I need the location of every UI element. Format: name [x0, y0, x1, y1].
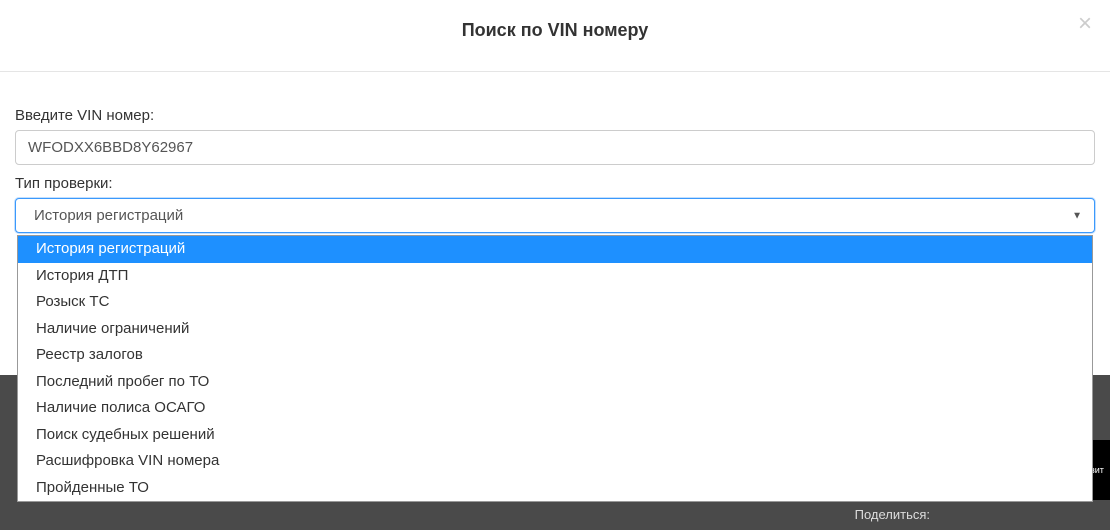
dropdown-option[interactable]: Реестр залогов — [18, 342, 1092, 369]
dropdown-option[interactable]: Наличие ограничений — [18, 316, 1092, 343]
dropdown-option[interactable]: Поиск судебных решений — [18, 422, 1092, 449]
dropdown-option[interactable]: Наличие полиса ОСАГО — [18, 395, 1092, 422]
vin-label: Введите VIN номер: — [15, 107, 1095, 124]
selected-value: История регистраций — [34, 207, 183, 224]
dropdown-option[interactable]: Пройденные ТО — [18, 475, 1092, 502]
close-button[interactable]: × — [1078, 12, 1092, 36]
modal-header: Поиск по VIN номеру × — [0, 0, 1110, 72]
dropdown-option[interactable]: Розыск ТС — [18, 289, 1092, 316]
footer-share-text: Поделиться: — [855, 507, 930, 522]
check-type-label: Тип проверки: — [15, 175, 1095, 192]
check-type-select-wrapper: История регистраций ▼ История регистраци… — [15, 198, 1095, 233]
chevron-down-icon: ▼ — [1072, 210, 1082, 221]
dropdown-option[interactable]: История регистраций — [18, 236, 1092, 263]
dropdown-option[interactable]: Расшифровка VIN номера — [18, 448, 1092, 475]
check-type-select[interactable]: История регистраций ▼ — [15, 198, 1095, 233]
vin-input[interactable] — [15, 130, 1095, 165]
modal-body: Введите VIN номер: Тип проверки: История… — [0, 72, 1110, 233]
dropdown-option[interactable]: История ДТП — [18, 263, 1092, 290]
dropdown-list: История регистраций История ДТП Розыск Т… — [17, 235, 1093, 502]
dropdown-option[interactable]: Последний пробег по ТО — [18, 369, 1092, 396]
modal-title: Поиск по VIN номеру — [462, 20, 649, 41]
